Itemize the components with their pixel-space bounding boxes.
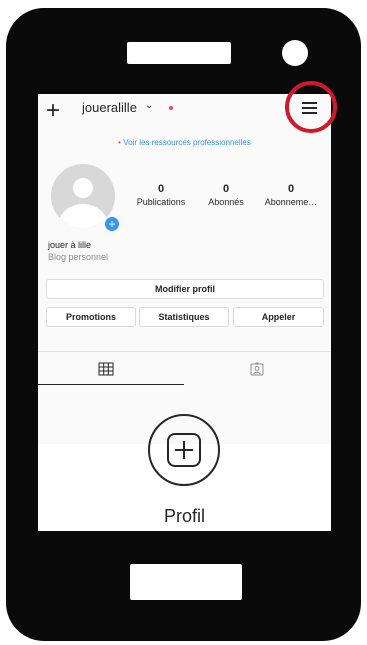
- stat-value: 0: [157, 183, 165, 195]
- chevron-down-icon[interactable]: ⌄: [145, 100, 153, 111]
- add-story-icon[interactable]: +: [103, 215, 121, 233]
- phone-speaker: [127, 42, 231, 64]
- stat-value: 0: [222, 183, 230, 195]
- profile-header: + 0 Publications 0 Abonnés 0 Abonneme… j…: [38, 154, 331, 444]
- stat-value: 0: [287, 183, 295, 195]
- empty-state-title: Profil: [163, 506, 205, 526]
- profile-category: Blog personnel: [48, 252, 109, 262]
- avatar-body: [59, 204, 107, 228]
- instagram-screen: + joueralille ⌄ • Voir les ressources pr…: [38, 94, 331, 531]
- tabs-divider: [38, 351, 331, 352]
- username-switcher[interactable]: joueralille: [82, 100, 137, 115]
- stat-label: Abonneme…: [264, 197, 318, 207]
- professional-resources-text: Voir les ressources professionnelles: [123, 138, 251, 147]
- statistics-button[interactable]: Statistiques: [139, 307, 229, 327]
- stat-publications[interactable]: 0 Publications: [128, 183, 194, 207]
- active-tab-indicator: [38, 384, 184, 385]
- add-post-icon-bar: [183, 441, 185, 459]
- professional-resources-link[interactable]: • Voir les ressources professionnelles: [38, 132, 331, 154]
- call-button[interactable]: Appeler: [233, 307, 324, 327]
- stat-label: Publications: [136, 197, 186, 207]
- stat-following[interactable]: 0 Abonneme…: [258, 183, 324, 207]
- tagged-photos-icon[interactable]: [250, 362, 264, 376]
- bullet-dot: •: [118, 138, 121, 147]
- edit-profile-button[interactable]: Modifier profil: [46, 279, 324, 299]
- stat-followers[interactable]: 0 Abonnés: [201, 183, 251, 207]
- promotions-button[interactable]: Promotions: [46, 307, 136, 327]
- phone-camera: [282, 40, 308, 66]
- grid-icon[interactable]: [98, 362, 114, 376]
- notification-dot-icon: [169, 106, 173, 110]
- display-name: jouer à lille: [48, 240, 92, 250]
- phone-home-button[interactable]: [130, 564, 242, 600]
- menu-highlight-circle: [285, 81, 337, 133]
- avatar-head: [73, 178, 93, 198]
- stat-label: Abonnés: [208, 197, 244, 207]
- new-post-plus-icon[interactable]: +: [46, 99, 60, 123]
